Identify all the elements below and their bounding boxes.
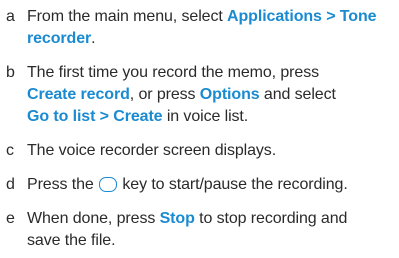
- step-text-part: and select: [259, 86, 336, 103]
- options-keyword: Options: [199, 86, 260, 103]
- step-text-part: in voice list.: [162, 108, 249, 125]
- step-letter: d: [6, 176, 15, 193]
- step-text-part: , or press: [129, 86, 200, 103]
- step-text: The first time you record the memo, pres…: [27, 62, 395, 128]
- step-letter: e: [6, 210, 15, 227]
- step-text-part: The voice recorder screen displays.: [27, 142, 277, 159]
- step-text-part: When done, press: [27, 210, 160, 227]
- step-text-part: The first time you record the memo, pres…: [27, 64, 320, 81]
- step-text: Press the key to start/pause the recordi…: [27, 174, 395, 196]
- round-key-icon: [99, 177, 118, 192]
- step-letter: b: [6, 64, 15, 81]
- step-text-part: Press the: [27, 176, 99, 193]
- step-letter: c: [6, 142, 14, 159]
- step-text-part: to stop recording and: [194, 210, 348, 227]
- step-text: From the main menu, select Applications …: [27, 6, 395, 50]
- step-text: The voice recorder screen displays.: [27, 140, 395, 162]
- step-text-part: .: [91, 30, 96, 47]
- step-text: When done, press Stop to stop recording …: [27, 208, 395, 252]
- step-text-part: From the main menu, select: [27, 8, 228, 25]
- menu-path-keyword: Go to list > Create: [27, 108, 163, 125]
- step-letter: a: [6, 8, 15, 25]
- create-record-keyword: Create record: [27, 86, 130, 103]
- step-text-part: key to start/pause the recording.: [118, 176, 348, 193]
- menu-path-keyword: recorder: [27, 30, 92, 47]
- stop-keyword: Stop: [159, 210, 195, 227]
- step-text-part: save the file.: [27, 232, 116, 249]
- menu-path-keyword: Applications > Tone: [227, 8, 377, 25]
